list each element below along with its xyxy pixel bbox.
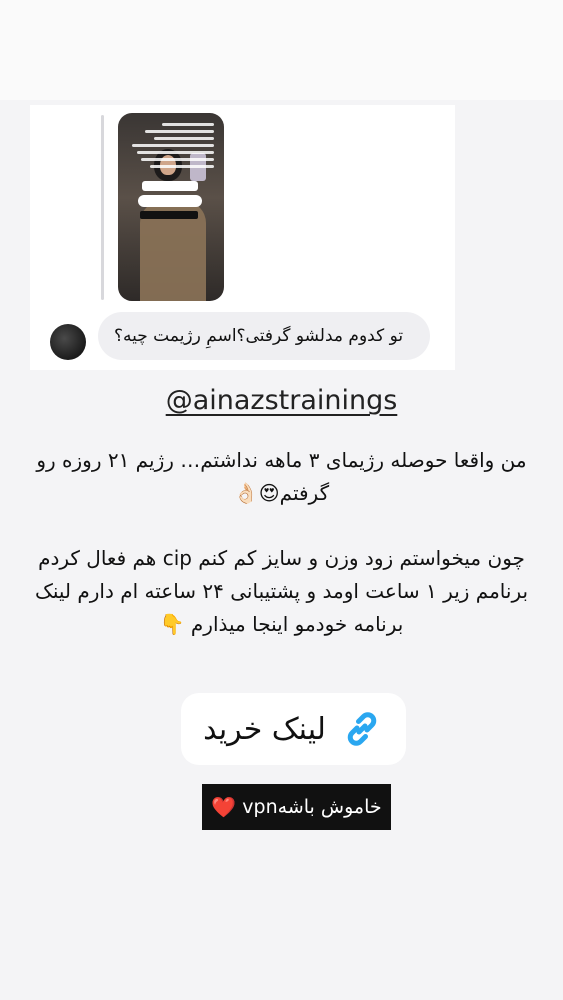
vpn-notice-text: vpnخاموش باشه — [242, 796, 382, 818]
heart-icon: ❤️ — [211, 795, 237, 819]
link-sticker-label: لینک خرید — [203, 711, 326, 747]
reply-quote-bar — [101, 115, 104, 300]
avatar[interactable] — [50, 324, 86, 360]
thumbnail-link-sticker — [138, 195, 202, 207]
mention-handle[interactable]: @ainazstrainings — [0, 385, 563, 416]
story-top-background — [0, 0, 563, 100]
thumbnail-vpn-sticker — [140, 211, 198, 219]
thumbnail-handle-sticker — [142, 181, 198, 191]
comment-bubble: تو کدوم مدلشو گرفتی؟اسمِ رژیمت چیه؟ — [98, 312, 430, 360]
vpn-notice-sticker: ❤️ vpnخاموش باشه — [202, 784, 391, 830]
story-paragraph-1: من واقعا حوصله رژیمای ۳ ماهه نداشتم… رژی… — [36, 448, 527, 505]
link-icon — [347, 712, 377, 746]
purchase-link-sticker[interactable]: لینک خرید — [181, 693, 406, 765]
replied-story-thumbnail[interactable] — [118, 113, 224, 301]
story-paragraph-2: چون میخواستم زود وزن و سایز کم کنم cip ه… — [34, 546, 529, 636]
thumbnail-text-lines — [128, 123, 214, 172]
comment-text: تو کدوم مدلشو گرفتی؟اسمِ رژیمت چیه؟ — [114, 326, 404, 346]
